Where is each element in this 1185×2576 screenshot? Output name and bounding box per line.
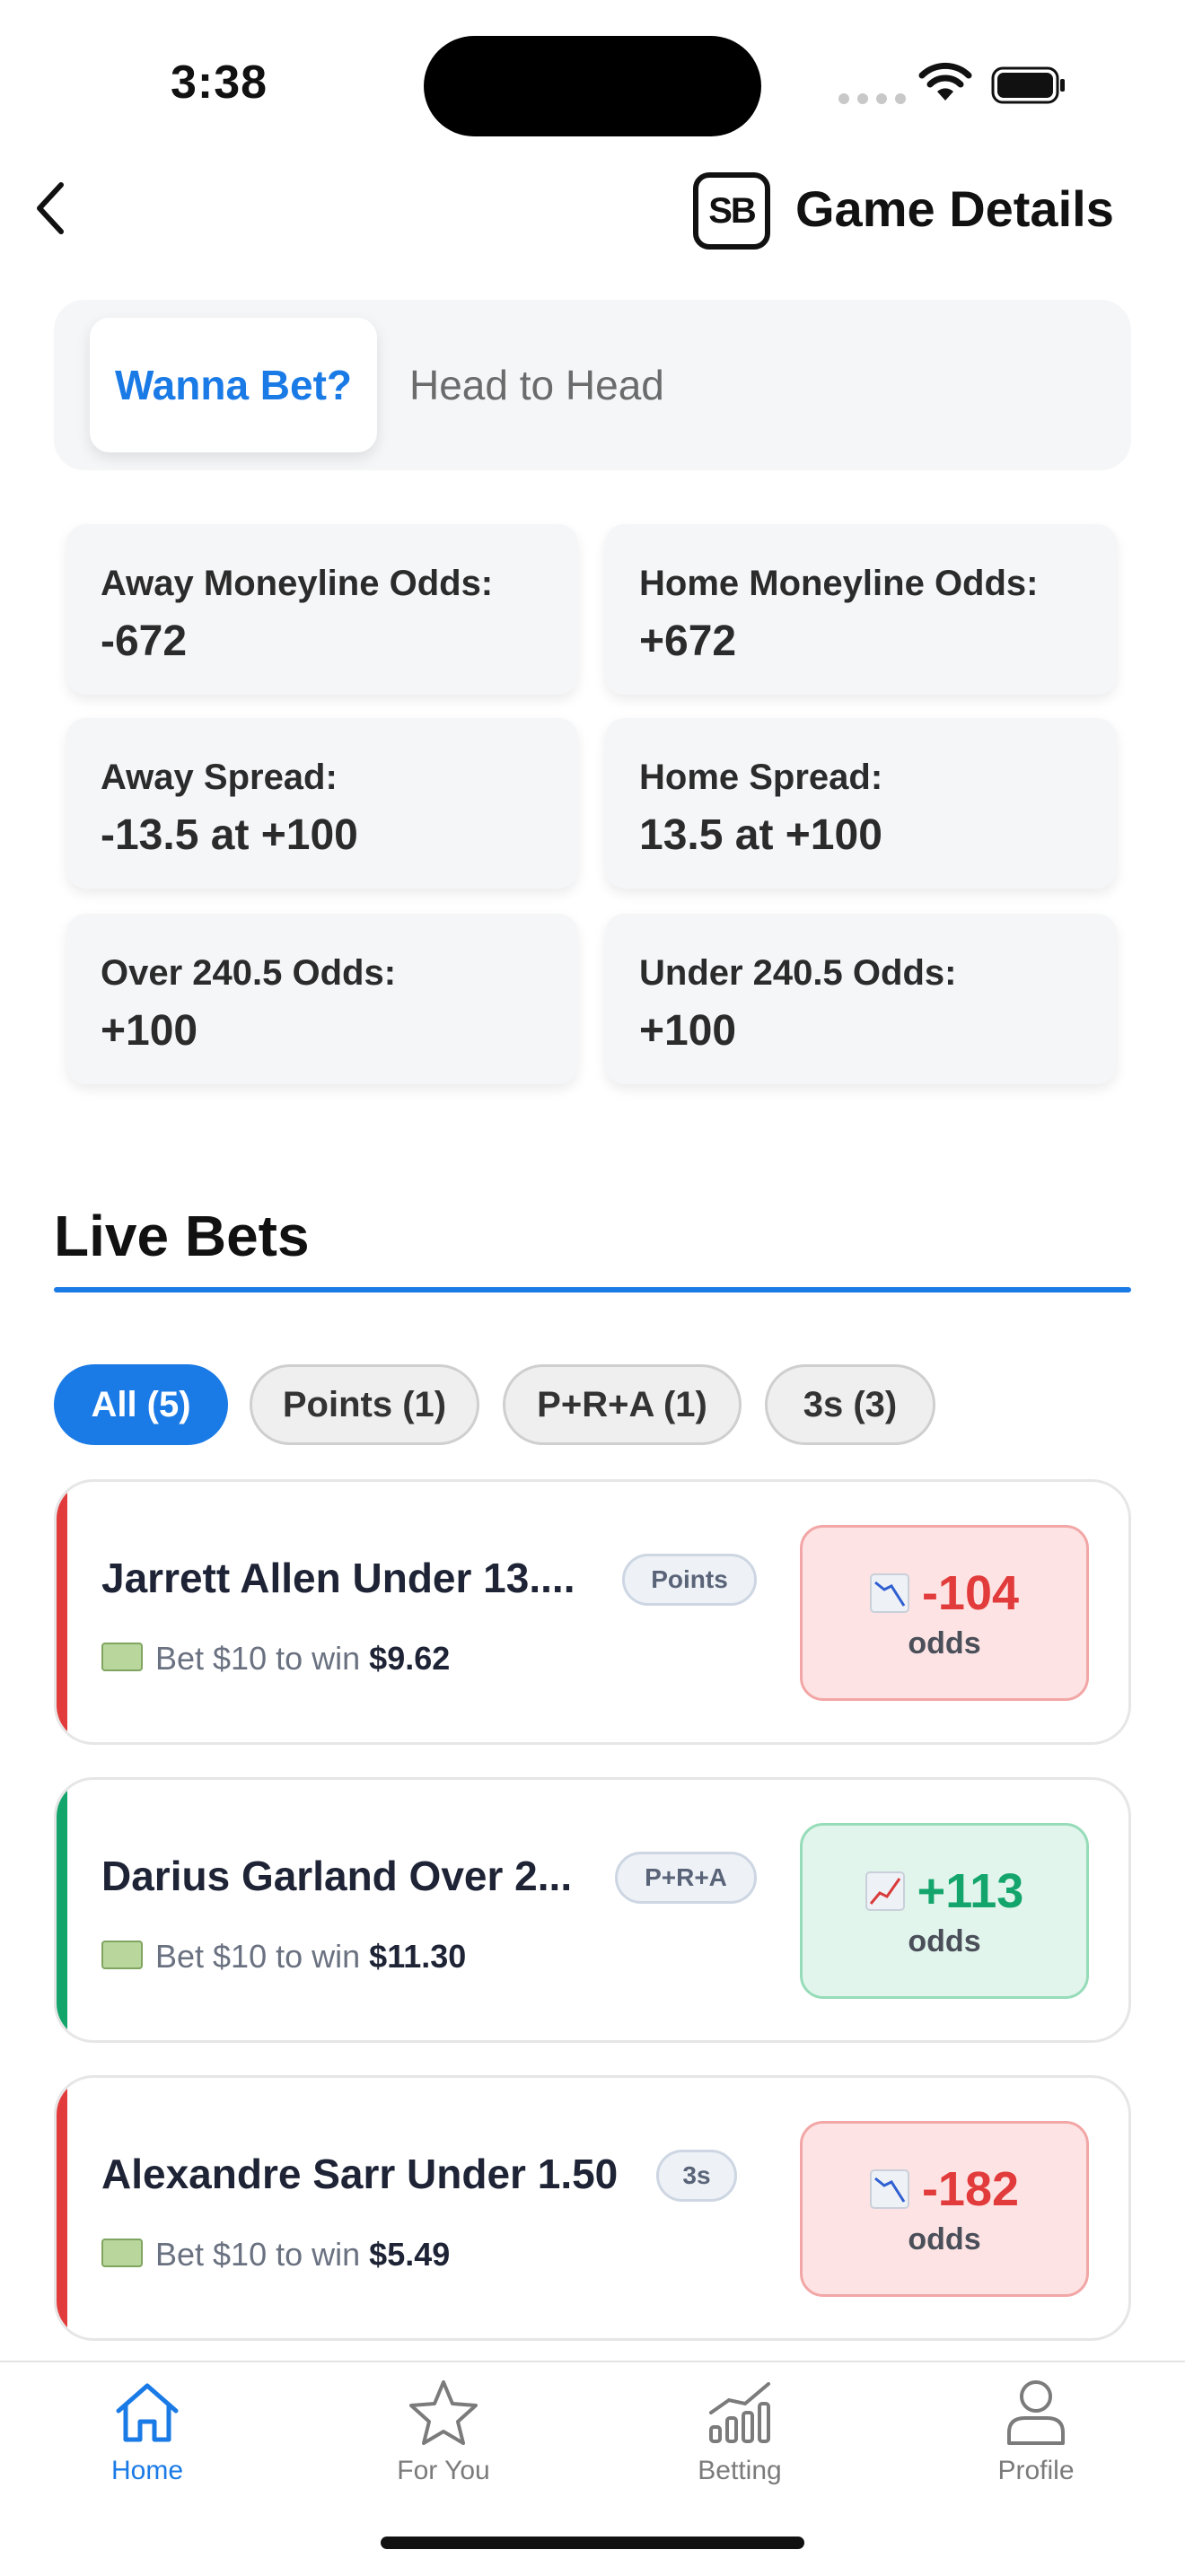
bet-name: Alexandre Sarr Under 1.50 [101,2151,619,2197]
trend-down-icon [869,2169,909,2209]
odds-value: -182 [921,2161,1020,2216]
odds-badge[interactable]: -182 odds [800,2121,1089,2297]
bet-win-amount: $11.30 [369,1938,467,1975]
tab-label: Home [110,2456,184,2485]
odds-card-value: -13.5 at +100 [101,811,358,859]
bet-tag: 3s [656,2150,737,2202]
odds-card-over: Over 240.5 Odds: +100 [66,914,578,1084]
odds-card-label: Home Spread: [639,758,883,797]
home-indicator[interactable] [381,2537,804,2549]
odds-card-value: -672 [101,618,188,665]
trend-down-icon [869,1573,909,1613]
chart-icon [709,2382,770,2443]
odds-card-away-moneyline: Away Moneyline Odds: -672 [66,524,578,695]
tab-betting[interactable]: Betting [650,2377,830,2486]
trend-up-icon [865,1871,905,1911]
odds-card-label: Over 240.5 Odds: [101,953,397,993]
bet-text: Bet $10 to win [155,1640,361,1677]
odds-card-value: +100 [639,1007,737,1055]
money-icon [101,1941,143,1970]
bet-card[interactable]: Jarrett Allen Under 13.... Points Bet $1… [54,1479,1131,1745]
bet-status-bar [57,2078,67,2338]
filter-chip-points[interactable]: Points (1) [250,1364,479,1445]
odds-label: odds [908,1625,981,1660]
odds-card-home-spread: Home Spread: 13.5 at +100 [605,718,1117,889]
odds-card-label: Away Moneyline Odds: [101,564,494,603]
tab-label: Betting [698,2456,782,2485]
odds-card-label: Under 240.5 Odds: [639,953,957,993]
home-icon [116,2383,179,2442]
tab-wanna-bet[interactable]: Wanna Bet? [90,318,377,452]
filter-chip-pra[interactable]: P+R+A (1) [503,1364,742,1445]
tab-profile[interactable]: Profile [946,2377,1126,2486]
bet-win-amount: $9.62 [369,1640,451,1677]
wifi-icon [918,62,972,101]
section-title-live-bets: Live Bets [54,1204,310,1268]
section-underline [54,1287,1131,1292]
bet-text: Bet $10 to win [155,1938,361,1975]
bet-tag: Points [622,1554,757,1606]
odds-label: odds [908,2221,981,2256]
filter-chip-3s[interactable]: 3s (3) [765,1364,935,1445]
battery-icon [991,66,1065,104]
odds-value: +113 [917,1863,1024,1918]
back-chevron-icon[interactable] [32,180,68,237]
person-icon [1007,2380,1065,2445]
bet-text: Bet $10 to win [155,2236,361,2273]
bet-name: Darius Garland Over 2... [101,1853,573,1899]
odds-card-under: Under 240.5 Odds: +100 [605,914,1117,1084]
odds-card-label: Home Moneyline Odds: [639,564,1039,603]
filter-chip-all[interactable]: All (5) [54,1364,228,1445]
odds-badge[interactable]: +113 odds [800,1823,1089,1999]
odds-card-label: Away Spread: [101,758,338,797]
bet-card[interactable]: Darius Garland Over 2... P+R+A Bet $10 t… [54,1777,1131,2043]
bet-payout: Bet $10 to win $9.62 [101,1640,450,1678]
logo-text: SB [708,190,757,231]
bet-card[interactable]: Alexandre Sarr Under 1.50 3s Bet $10 to … [54,2075,1131,2341]
bet-tag: P+R+A [615,1852,757,1904]
tab-home[interactable]: Home [57,2377,237,2486]
odds-card-away-spread: Away Spread: -13.5 at +100 [66,718,578,889]
money-icon [101,2239,143,2268]
bet-status-bar [57,1780,67,2040]
odds-card-home-moneyline: Home Moneyline Odds: +672 [605,524,1117,695]
star-icon [409,2380,478,2445]
odds-value: -104 [921,1565,1020,1620]
page-title: Game Details [795,180,1114,237]
app-logo: SB [693,172,770,250]
odds-badge[interactable]: -104 odds [800,1525,1089,1701]
tab-label: Profile [997,2456,1075,2485]
bet-status-bar [57,1482,67,1742]
tab-label: For You [397,2456,490,2485]
odds-card-value: +100 [101,1007,198,1055]
bet-payout: Bet $10 to win $11.30 [101,1938,466,1976]
tab-for-you[interactable]: For You [354,2377,533,2486]
tab-head-to-head[interactable]: Head to Head [409,318,664,452]
signal-icon [838,93,906,104]
status-time: 3:38 [171,57,268,109]
bet-win-amount: $5.49 [369,2236,451,2273]
bet-payout: Bet $10 to win $5.49 [101,2236,450,2274]
odds-card-value: 13.5 at +100 [639,811,882,859]
bet-name: Jarrett Allen Under 13.... [101,1555,575,1601]
money-icon [101,1643,143,1672]
odds-label: odds [908,1923,981,1958]
dynamic-island [424,36,761,136]
odds-card-value: +672 [639,618,737,665]
